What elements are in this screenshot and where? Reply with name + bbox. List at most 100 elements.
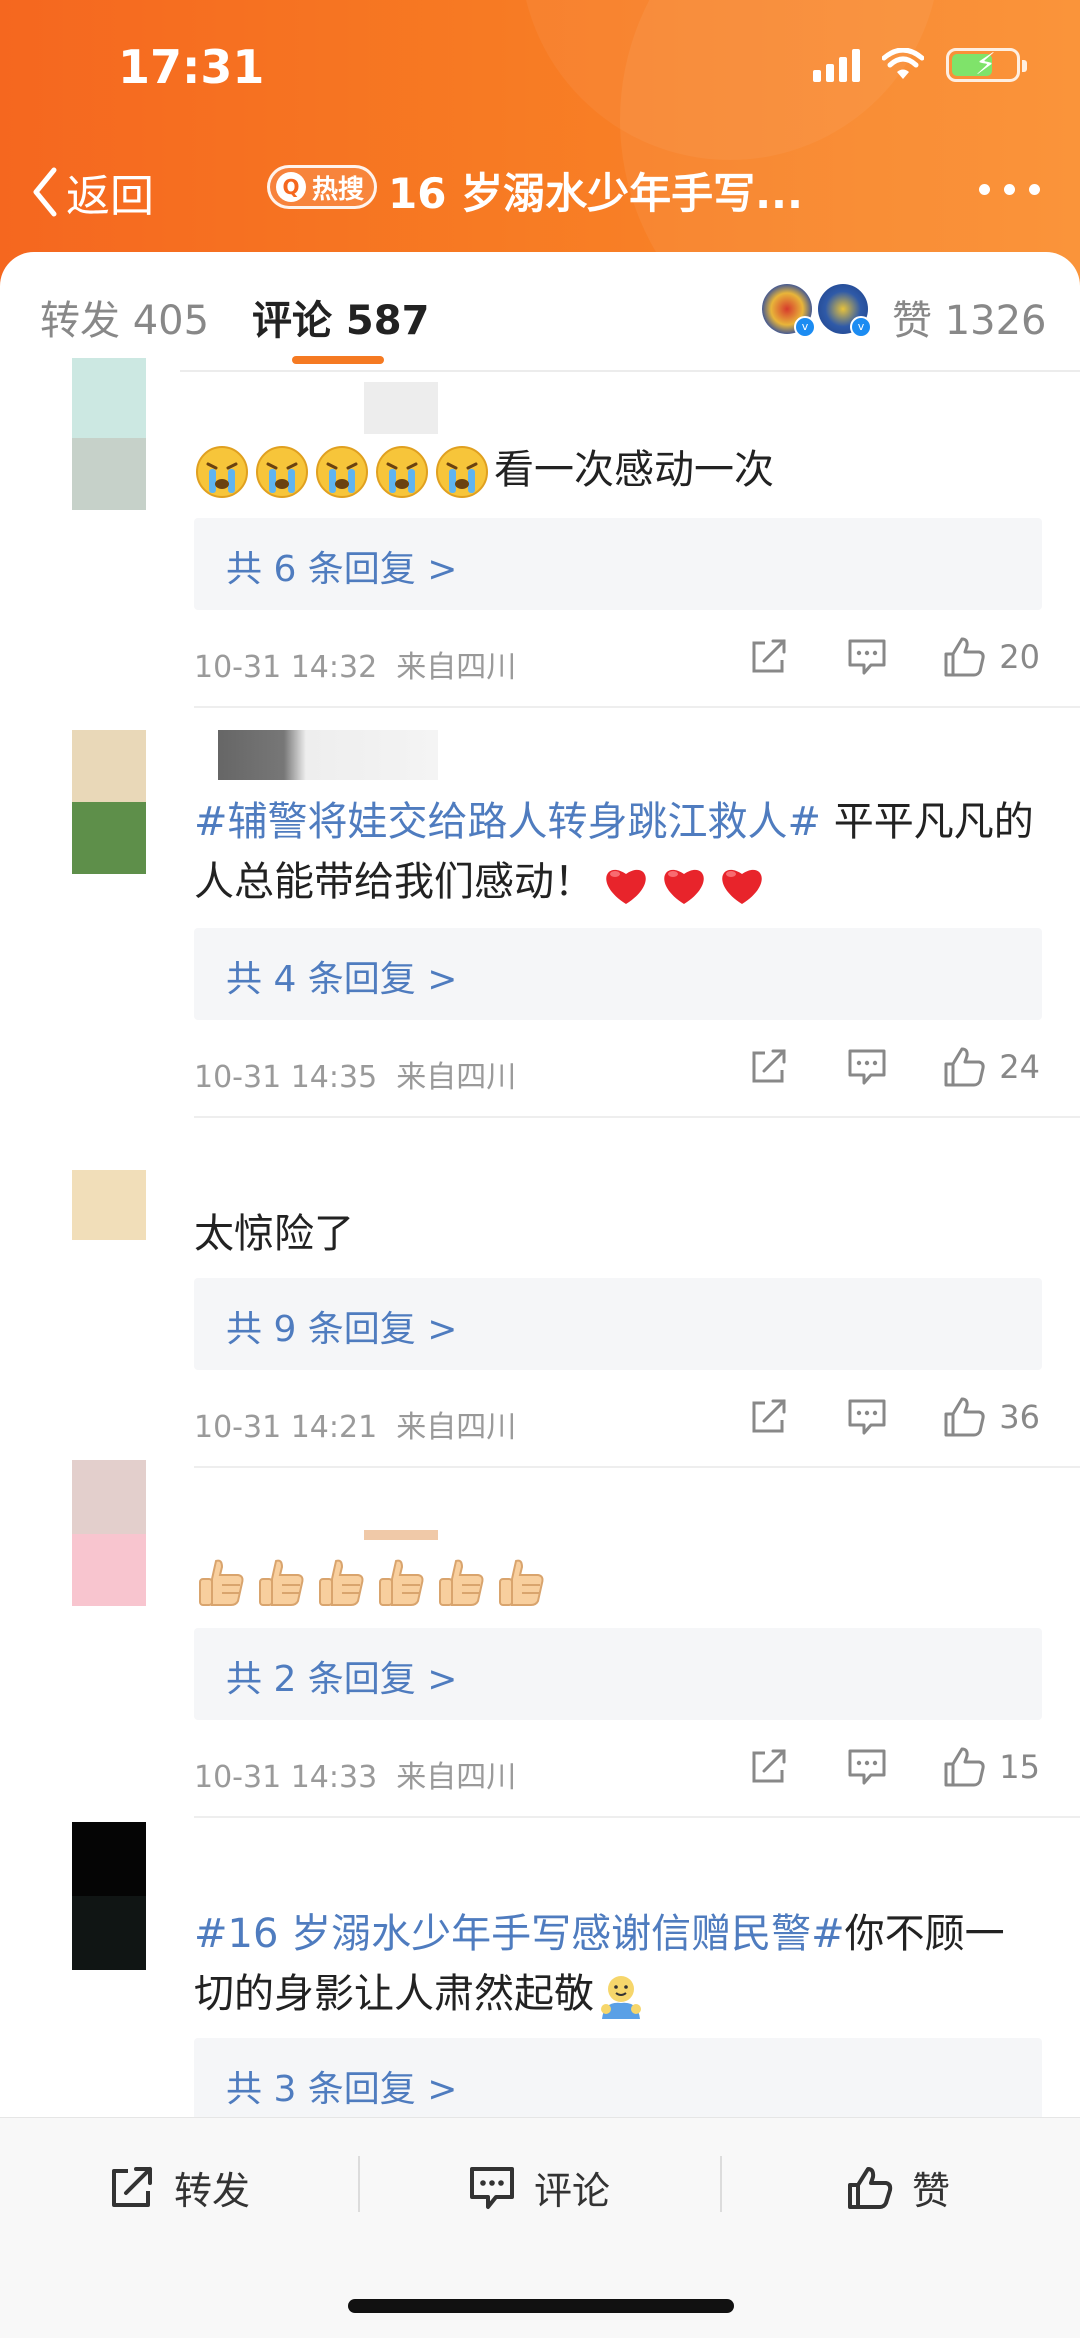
- wifi-icon: [882, 48, 924, 79]
- comment-meta: 10-31 14:35 来自四川: [194, 1060, 517, 1095]
- share-icon: [112, 2166, 152, 2207]
- hot-badge-label: 热搜: [312, 174, 365, 205]
- comment-text: 看一次感动一次: [194, 440, 1034, 500]
- reply-comment-button[interactable]: [847, 638, 887, 676]
- heart-emoji-icon: [606, 869, 646, 904]
- share-comment-button[interactable]: [749, 1048, 789, 1086]
- crying-emoji-icon: [316, 446, 368, 498]
- comment-meta: 10-31 14:32 来自四川: [194, 650, 517, 685]
- avatar[interactable]: [72, 730, 146, 874]
- comment-meta: 10-31 14:21 来自四川: [194, 1410, 517, 1445]
- like-count: 36: [999, 1398, 1040, 1436]
- crying-emoji-group: [194, 446, 494, 498]
- share-icon: [752, 1399, 786, 1433]
- thumbs-up-emoji-icon: [439, 1559, 484, 1606]
- top-header: 17:31 ⚡ 返回 Q 热搜 16 岁溺水少年手写...: [0, 0, 1080, 290]
- username-blurred[interactable]: [364, 382, 438, 434]
- comment-text: #16 岁溺水少年手写感谢信赠民警#你不顾一切的身影让人肃然起敬: [194, 1904, 1034, 2024]
- thumbs-up-emoji-group: [194, 1557, 554, 1606]
- tab-bar: 转发 405 评论 587 v v 赞 1326: [0, 252, 1080, 370]
- avatar[interactable]: [72, 1170, 146, 1240]
- reply-count-button[interactable]: 共 9 条回复 >: [194, 1278, 1042, 1370]
- comment-button[interactable]: 评论: [468, 2160, 610, 2215]
- back-label: 返回: [66, 171, 154, 222]
- comment-actions: 36: [749, 1396, 1040, 1438]
- topic-hashtag-link[interactable]: #辅警将娃交给路人转身跳江救人#: [194, 799, 821, 845]
- comment-icon: [848, 1399, 886, 1435]
- heart-emoji-icon: [664, 869, 704, 904]
- reply-comment-button[interactable]: [847, 1398, 887, 1436]
- thumbs-up-emoji-icon: [259, 1559, 304, 1606]
- comment-meta: 10-31 14:33 来自四川: [194, 1760, 517, 1795]
- heart-emoji-group: [594, 859, 768, 905]
- like-comment-button[interactable]: 15: [943, 1746, 1040, 1788]
- comment-actions: 20: [749, 636, 1040, 678]
- comment-actions: 15: [749, 1746, 1040, 1788]
- hug-emoji-icon: [601, 1976, 641, 2019]
- comment-text: 太惊险了: [194, 1211, 354, 1257]
- thumbs-up-icon: [944, 1047, 985, 1087]
- tab-likes[interactable]: 赞 1326: [892, 288, 1047, 346]
- like-comment-button[interactable]: 24: [943, 1046, 1040, 1088]
- like-button[interactable]: 赞: [846, 2160, 950, 2215]
- avatar[interactable]: [72, 1822, 146, 1970]
- avatar[interactable]: [72, 1460, 146, 1606]
- thumbs-up-icon: [944, 1747, 985, 1787]
- dot-icon: [1029, 184, 1040, 195]
- chevron-left-icon: [33, 167, 57, 217]
- share-icon: [752, 1049, 786, 1083]
- thumbs-up-emoji-icon: [199, 1559, 244, 1606]
- hot-search-badge[interactable]: Q 热搜: [267, 165, 378, 209]
- comment-divider: [194, 1116, 1080, 1118]
- reply-count-button[interactable]: 共 6 条回复 >: [194, 518, 1042, 610]
- thumbs-up-icon: [848, 2166, 893, 2209]
- thumbs-up-emoji-icon: [319, 1559, 364, 1606]
- battery-charging-icon: ⚡: [946, 47, 1027, 82]
- comment-text: [194, 1550, 1034, 1610]
- comment-divider: [194, 706, 1080, 708]
- crying-emoji-icon: [436, 446, 488, 498]
- comment-icon: [848, 1049, 886, 1085]
- more-options-button[interactable]: [979, 184, 1040, 195]
- username-blurred[interactable]: [218, 730, 438, 780]
- share-icon: [752, 639, 786, 673]
- topic-hashtag-link[interactable]: #16 岁溺水少年手写感谢信赠民警#: [194, 1911, 845, 1957]
- bar-separator: [358, 2156, 360, 2212]
- heart-emoji-icon: [722, 869, 762, 904]
- thumbs-up-emoji-icon: [379, 1559, 424, 1606]
- comment-icon: [848, 639, 886, 675]
- status-time: 17:31: [118, 40, 265, 94]
- back-button[interactable]: 返回: [30, 160, 154, 224]
- reply-comment-button[interactable]: [847, 1048, 887, 1086]
- thumbs-up-emoji-icon: [499, 1559, 544, 1606]
- tab-comments[interactable]: 评论 587: [252, 288, 429, 346]
- comment-icon: [848, 1749, 886, 1785]
- auxiliary-police-emblem-icon[interactable]: v: [818, 284, 872, 338]
- comment-icon: [470, 2166, 514, 2209]
- like-count: 24: [999, 1048, 1040, 1086]
- like-count: 15: [999, 1748, 1040, 1786]
- like-comment-button[interactable]: 20: [943, 636, 1040, 678]
- comment-actions: 24: [749, 1046, 1040, 1088]
- comment-divider: [194, 1816, 1080, 1818]
- tab-repost[interactable]: 转发 405: [40, 288, 209, 346]
- tab-divider: [180, 370, 1080, 372]
- reply-count-button[interactable]: 共 2 条回复 >: [194, 1628, 1042, 1720]
- comment-divider: [194, 1466, 1080, 1468]
- repost-button[interactable]: 转发: [108, 2160, 250, 2215]
- page-title: 16 岁溺水少年手写...: [388, 169, 803, 218]
- reply-comment-button[interactable]: [847, 1748, 887, 1786]
- avatar[interactable]: [72, 358, 146, 510]
- cellular-signal-icon: [813, 48, 860, 82]
- share-comment-button[interactable]: [749, 1748, 789, 1786]
- thumbs-up-icon: [944, 637, 985, 677]
- share-comment-button[interactable]: [749, 638, 789, 676]
- active-tab-indicator: [292, 356, 384, 364]
- username-blurred[interactable]: [364, 1530, 438, 1540]
- like-comment-button[interactable]: 36: [943, 1396, 1040, 1438]
- reply-count-button[interactable]: 共 4 条回复 >: [194, 928, 1042, 1020]
- dot-icon: [979, 184, 990, 195]
- share-comment-button[interactable]: [749, 1398, 789, 1436]
- police-emblem-icon[interactable]: v: [762, 284, 816, 338]
- dot-icon: [1004, 184, 1015, 195]
